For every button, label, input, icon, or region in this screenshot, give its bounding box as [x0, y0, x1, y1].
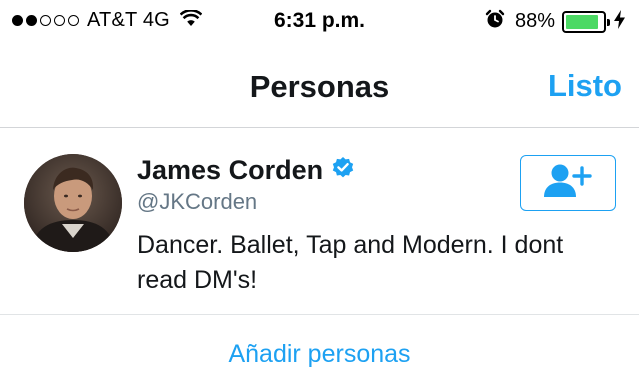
- status-right: 88%: [485, 9, 625, 34]
- page-title: Personas: [249, 69, 390, 104]
- battery-percent: 88%: [514, 10, 555, 32]
- name-line: James Corden: [137, 155, 355, 186]
- battery-icon: [562, 10, 610, 33]
- avatar[interactable]: [24, 154, 122, 252]
- add-people-button[interactable]: Añadir personas: [0, 340, 639, 369]
- add-user-icon: [542, 163, 594, 204]
- status-bar: AT&T 4G 6:31 p.m. 88%: [0, 0, 639, 44]
- battery-cap: [607, 18, 610, 26]
- person-list-item[interactable]: James Corden @JKCorden Dancer. Ballet, T…: [0, 129, 639, 315]
- navigation-bar: Personas Listo: [0, 44, 639, 128]
- alarm-icon: [485, 9, 505, 34]
- person-handle: @JKCorden: [137, 189, 258, 214]
- done-button[interactable]: Listo: [548, 68, 622, 104]
- person-name: James Corden: [137, 155, 324, 185]
- verified-badge-icon: [331, 156, 355, 185]
- follow-button[interactable]: [520, 155, 616, 211]
- battery-fill: [566, 14, 598, 29]
- charging-bolt-icon: [614, 9, 625, 34]
- person-bio: Dancer. Ballet, Tap and Modern. I dont r…: [137, 231, 564, 294]
